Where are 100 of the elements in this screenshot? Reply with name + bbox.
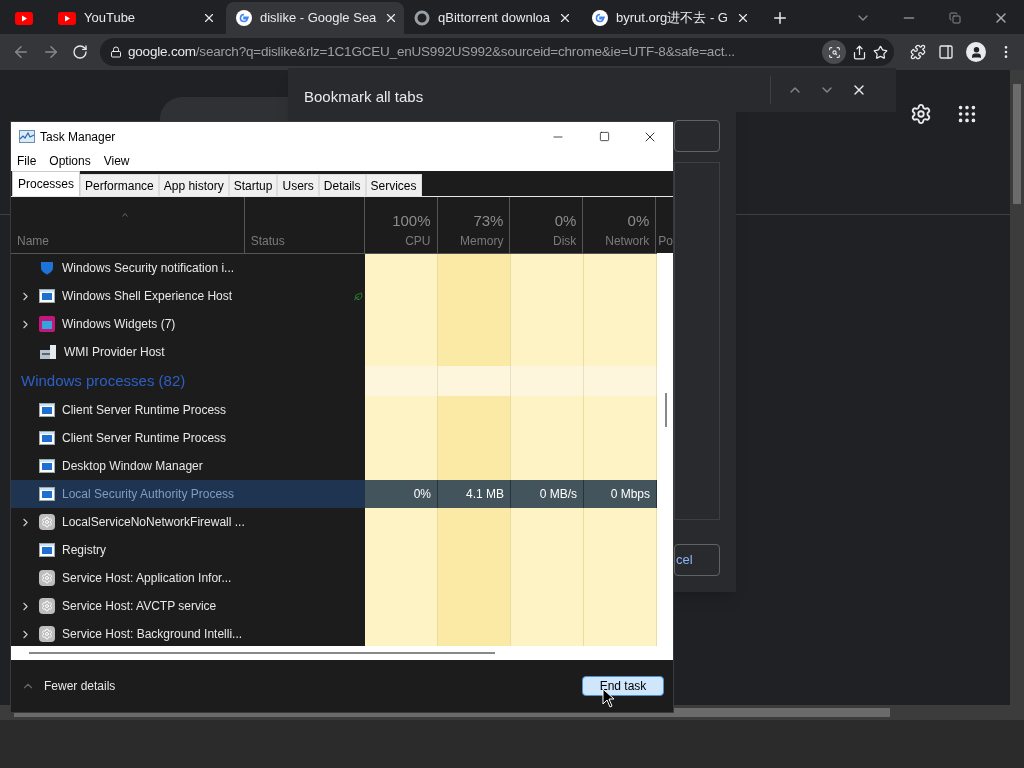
tab[interactable]: Performance <box>80 174 159 196</box>
process-name: Registry <box>62 542 106 559</box>
process-row[interactable]: Client Server Runtime Process <box>11 424 657 452</box>
reload-icon[interactable] <box>72 44 88 60</box>
mouse-cursor-icon <box>602 688 615 708</box>
restore-icon[interactable] <box>949 12 961 24</box>
process-row[interactable]: LocalServiceNoNetworkFirewall ... <box>11 508 657 536</box>
process-row[interactable]: Service Host: Application Infor... <box>11 564 657 592</box>
browser-tab[interactable]: YouTube <box>48 2 226 34</box>
usage-percent: 73% <box>473 210 504 231</box>
process-name: Windows Shell Experience Host <box>62 288 233 305</box>
window-icon <box>39 431 55 445</box>
process-row[interactable]: Registry <box>11 536 657 564</box>
tab[interactable]: Startup <box>228 174 278 196</box>
tab-title: byrut.org进不去 - G <box>616 9 728 28</box>
play-logo-icon <box>15 11 33 25</box>
window-icon <box>39 459 55 473</box>
process-row[interactable]: Windows Shell Experience Host <box>11 282 657 310</box>
play-logo-icon <box>58 11 76 25</box>
tab[interactable]: Users <box>277 174 319 196</box>
usage-percent: 100% <box>392 210 431 231</box>
column-header[interactable]: Memory <box>460 232 504 250</box>
process-name: LocalServiceNoNetworkFirewall ... <box>62 514 245 531</box>
column-header[interactable]: Name <box>17 232 49 250</box>
tab-title: YouTube <box>84 9 137 28</box>
tab[interactable]: Details <box>318 174 366 196</box>
window-icon <box>39 487 55 501</box>
back-icon[interactable] <box>12 43 30 61</box>
usage-cell: 0 MB/s <box>511 480 584 508</box>
column-header[interactable]: Network <box>605 232 650 250</box>
process-row[interactable]: Service Host: Background Intelli... <box>11 620 657 646</box>
usage-percent: 0% <box>627 210 650 231</box>
usage-cell: 0% <box>365 480 438 508</box>
process-name: Service Host: AVCTP service <box>62 598 217 615</box>
profile-icon[interactable] <box>969 45 983 59</box>
vertical-scrollbar[interactable] <box>657 253 673 660</box>
window-icon <box>39 403 55 417</box>
fewer-details-link[interactable]: Fewer details <box>44 677 116 695</box>
settings-icon[interactable] <box>910 103 932 125</box>
gear-icon <box>39 598 55 614</box>
column-header[interactable]: Status <box>250 232 285 250</box>
close-tab-icon[interactable] <box>736 11 750 25</box>
column-header[interactable]: Disk <box>553 232 577 250</box>
star-icon[interactable] <box>873 44 888 60</box>
browser-tab[interactable]: dislike - Google Sea <box>226 2 404 34</box>
chart-app-icon <box>19 130 35 143</box>
menu-item[interactable]: View <box>103 152 130 170</box>
close-tab-icon[interactable] <box>558 11 572 25</box>
window-icon <box>39 543 55 557</box>
usage-cell: 4.1 MB <box>438 480 511 508</box>
column-header[interactable]: Po <box>658 232 673 250</box>
side-panel-icon[interactable] <box>938 44 954 60</box>
sort-caret-icon <box>122 213 128 217</box>
process-name: Client Server Runtime Process <box>62 402 227 419</box>
g-logo-icon <box>236 10 252 26</box>
process-name: Windows Security notification i... <box>62 260 235 277</box>
gear-icon <box>39 570 55 586</box>
tab[interactable]: Processes <box>12 171 81 196</box>
ring-logo-icon <box>414 10 430 26</box>
tab[interactable]: Services <box>365 174 422 196</box>
browser-tab[interactable]: qBittorrent downloa <box>404 2 582 34</box>
window-icon <box>39 289 55 303</box>
end-task-button[interactable]: End task <box>582 676 664 696</box>
forward-icon[interactable] <box>42 43 60 61</box>
process-row[interactable]: Windows Security notification i... <box>11 254 657 282</box>
process-row[interactable]: Desktop Window Manager <box>11 452 657 480</box>
dialog-title: Bookmark all tabs <box>304 88 424 105</box>
tab[interactable]: App history <box>158 174 229 196</box>
process-name: Windows Widgets (7) <box>62 316 176 333</box>
process-row[interactable]: WMI Provider Host <box>11 338 657 366</box>
process-name: Service Host: Application Infor... <box>62 570 232 587</box>
column-header[interactable]: CPU <box>405 232 431 250</box>
lock-icon <box>110 46 122 58</box>
process-name: WMI Provider Host <box>64 344 165 361</box>
extensions-icon[interactable] <box>910 44 926 60</box>
process-row[interactable]: Service Host: AVCTP service <box>11 592 657 620</box>
url-text: google.com/search?q=dislike&rlz=1C1GCEU_enUS992US992&sourceid=chrome&ie=UTF-8&safe=act... <box>128 42 736 61</box>
process-row[interactable]: Windows Widgets (7) <box>11 310 657 338</box>
apps-icon[interactable] <box>956 103 978 125</box>
widgets-icon <box>39 316 55 332</box>
tab-title: dislike - Google Sea <box>260 9 377 28</box>
menu-item[interactable]: File <box>17 152 37 170</box>
menu-item[interactable]: Options <box>49 152 91 170</box>
process-row[interactable]: Client Server Runtime Process <box>11 396 657 424</box>
close-tab-icon[interactable] <box>202 11 216 25</box>
lens-icon[interactable] <box>827 45 841 59</box>
horizontal-scrollbar[interactable] <box>11 646 657 660</box>
process-name: Local Security Authority Process <box>62 486 235 503</box>
maximize-icon[interactable] <box>598 131 610 142</box>
usage-cell: 0 Mbps <box>584 480 657 508</box>
browser-tab[interactable]: byrut.org进不去 - G <box>582 2 760 34</box>
process-name: Desktop Window Manager <box>62 458 203 475</box>
g-logo-icon <box>592 10 608 26</box>
window-title: Task Manager <box>40 128 116 146</box>
new-tab-icon[interactable] <box>771 9 789 27</box>
process-row[interactable]: Local Security Authority Process 0% 4.1 MB 0 MB/s 0 Mbps <box>11 480 657 508</box>
page-scrollbar[interactable] <box>1010 70 1024 705</box>
share-icon[interactable] <box>852 44 867 60</box>
address-bar[interactable]: google.com/search?q=dislike&rlz=1C1GCEU_enUS992US992&sourceid=chrome&ie=UTF-8&safe=act... <box>100 38 894 66</box>
usage-percent: 0% <box>554 210 577 231</box>
